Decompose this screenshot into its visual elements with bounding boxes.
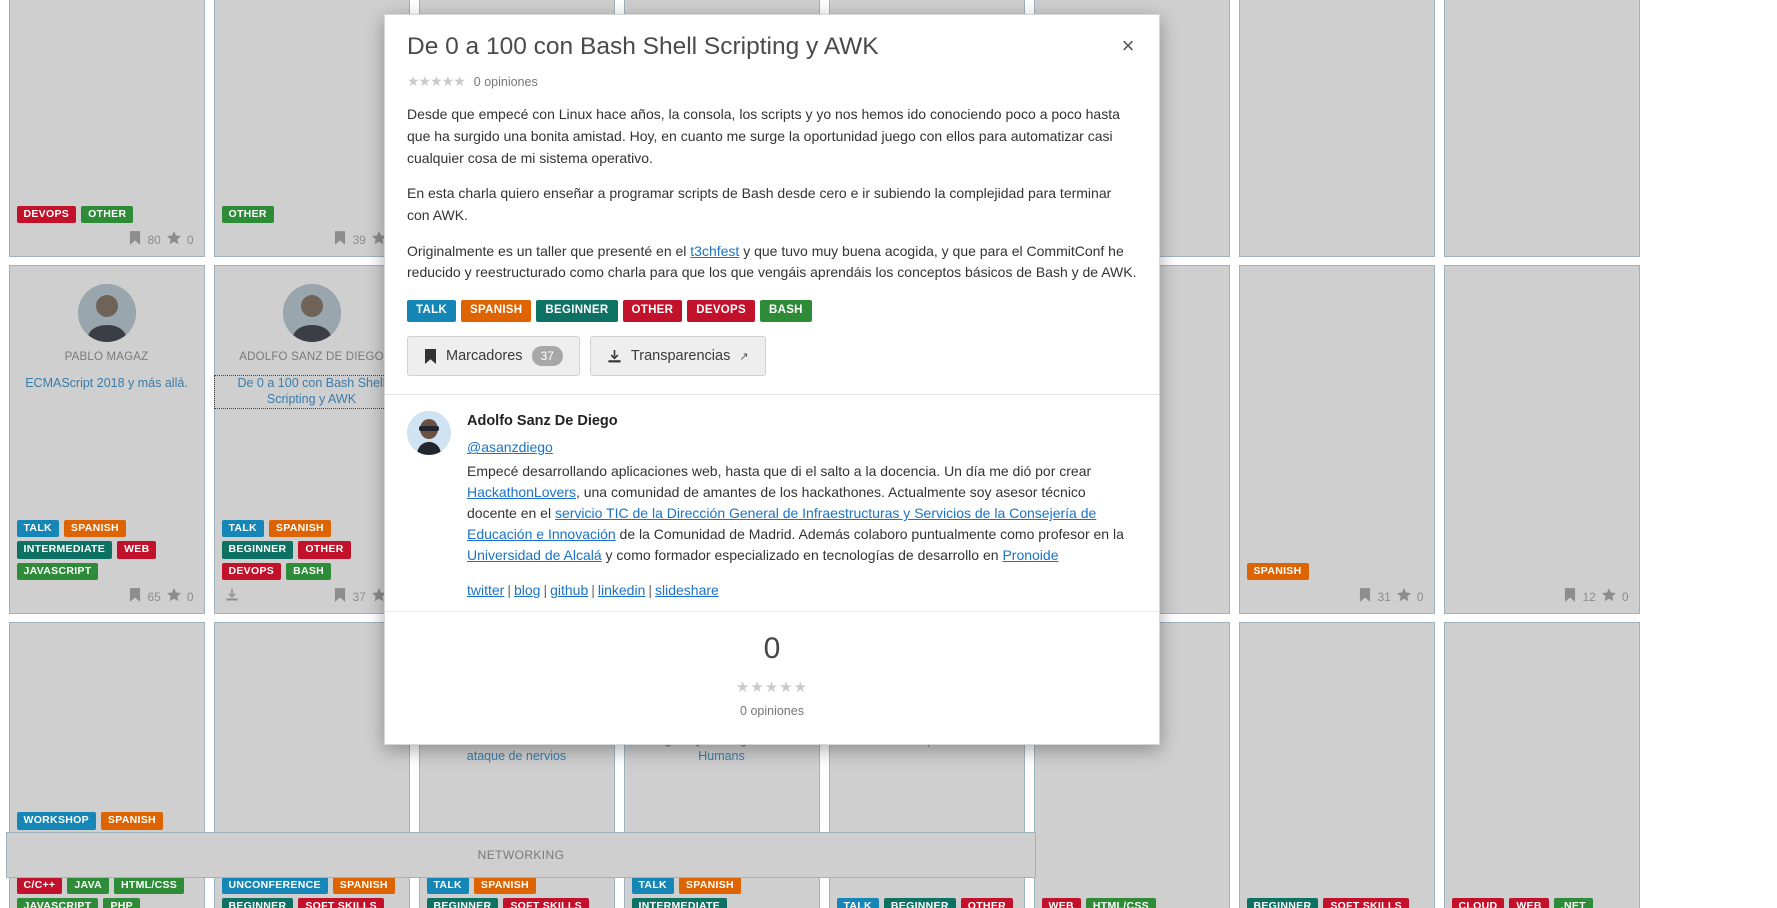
modal-tag[interactable]: SPANISH xyxy=(461,299,532,323)
speaker-bio-text: Empecé desarrollando aplicaciones web, h… xyxy=(467,463,1124,563)
description-paragraph-3: Originalmente es un taller que presenté … xyxy=(407,241,1137,284)
modal-tag[interactable]: DEVOPS xyxy=(687,299,755,323)
modal-header: De 0 a 100 con Bash Shell Scripting y AW… xyxy=(385,15,1159,100)
vote-star-rating[interactable]: ★★★★★ xyxy=(385,678,1159,696)
vote-section: 0 ★★★★★ 0 opiniones xyxy=(385,611,1159,744)
t3chfest-link[interactable]: t3chfest xyxy=(690,243,739,259)
p3-text-a: Originalmente es un taller que presenté … xyxy=(407,242,691,259)
talk-detail-modal: De 0 a 100 con Bash Shell Scripting y AW… xyxy=(384,14,1160,746)
bookmarks-button[interactable]: Marcadores 37 xyxy=(407,336,580,377)
download-icon xyxy=(608,349,621,363)
speaker-bio: Adolfo Sanz De Diego @asanzdiego Empecé … xyxy=(467,411,1137,601)
bookmarks-label: Marcadores xyxy=(446,348,523,365)
bio-text-4: y como formador especializado en tecnolo… xyxy=(601,547,1003,564)
social-separator: | xyxy=(648,582,653,599)
slides-label: Transparencias xyxy=(630,348,731,365)
opinion-count: 0 opiniones xyxy=(473,74,538,89)
universidad-alcala-link[interactable]: Universidad de Alcalá xyxy=(467,547,602,563)
bookmarks-count-badge: 37 xyxy=(531,346,563,367)
description-paragraph-2: En esta charla quiero enseñar a programa… xyxy=(407,185,1112,223)
social-separator: | xyxy=(507,582,511,599)
slides-button[interactable]: Transparencias ↗ xyxy=(589,336,766,377)
speaker-section: Adolfo Sanz De Diego @asanzdiego Empecé … xyxy=(385,394,1159,611)
modal-title: De 0 a 100 con Bash Shell Scripting y AW… xyxy=(407,33,879,60)
external-link-icon: ↗ xyxy=(739,350,749,363)
speaker-social-links: twitter | blog | github | linkedin | slideshare xyxy=(467,580,1137,601)
modal-tag[interactable]: BEGINNER xyxy=(536,299,618,323)
speaker-handle-link[interactable]: @asanzdiego xyxy=(467,439,553,455)
modal-tag[interactable]: BASH xyxy=(759,299,812,323)
vote-opinion-count: 0 opiniones xyxy=(740,704,804,719)
modal-tag-list: TALK SPANISH BEGINNER OTHER DEVOPS BASH xyxy=(407,299,1137,323)
close-icon[interactable]: × xyxy=(1115,33,1141,59)
hackathonlovers-link[interactable]: HackathonLovers xyxy=(467,484,576,500)
avatar-image xyxy=(407,411,451,456)
modal-tag[interactable]: TALK xyxy=(407,299,457,323)
speaker-name: Adolfo Sanz De Diego xyxy=(467,413,618,430)
talks-browser-page: DEVOPSOTHER800OTHER390SECURITYWEB.NETWEB… xyxy=(0,0,1777,908)
social-separator: | xyxy=(543,582,548,599)
modal-rating-summary: ★★★★★ 0 opiniones xyxy=(407,73,1137,90)
social-link-slideshare[interactable]: slideshare xyxy=(655,582,719,598)
bookmark-icon xyxy=(425,348,436,364)
description-paragraph-1: Desde que empecé con Linux hace años, la… xyxy=(407,106,1120,166)
social-link-twitter[interactable]: twitter xyxy=(467,582,504,598)
modal-actions: Marcadores 37 Transparencias ↗ xyxy=(407,336,1137,377)
social-separator: | xyxy=(591,582,595,599)
modal-description: Desde que empecé con Linux hace años, la… xyxy=(385,100,1159,394)
social-link-linkedin[interactable]: linkedin xyxy=(598,582,645,598)
vote-score: 0 xyxy=(763,632,781,666)
modal-tag[interactable]: OTHER xyxy=(622,299,683,323)
bio-text-3: de la Comunidad de Madrid. Además colabo… xyxy=(615,526,1124,543)
pronoide-link[interactable]: Pronoide xyxy=(1002,547,1058,563)
speaker-avatar xyxy=(407,411,451,456)
social-link-blog[interactable]: blog xyxy=(514,582,540,598)
social-link-github[interactable]: github xyxy=(550,582,588,598)
bio-text-1: Empecé desarrollando aplicaciones web, h… xyxy=(467,463,1092,480)
speaker-handle: @asanzdiego xyxy=(467,437,1137,458)
star-rating-icon: ★★★★★ xyxy=(407,73,466,90)
